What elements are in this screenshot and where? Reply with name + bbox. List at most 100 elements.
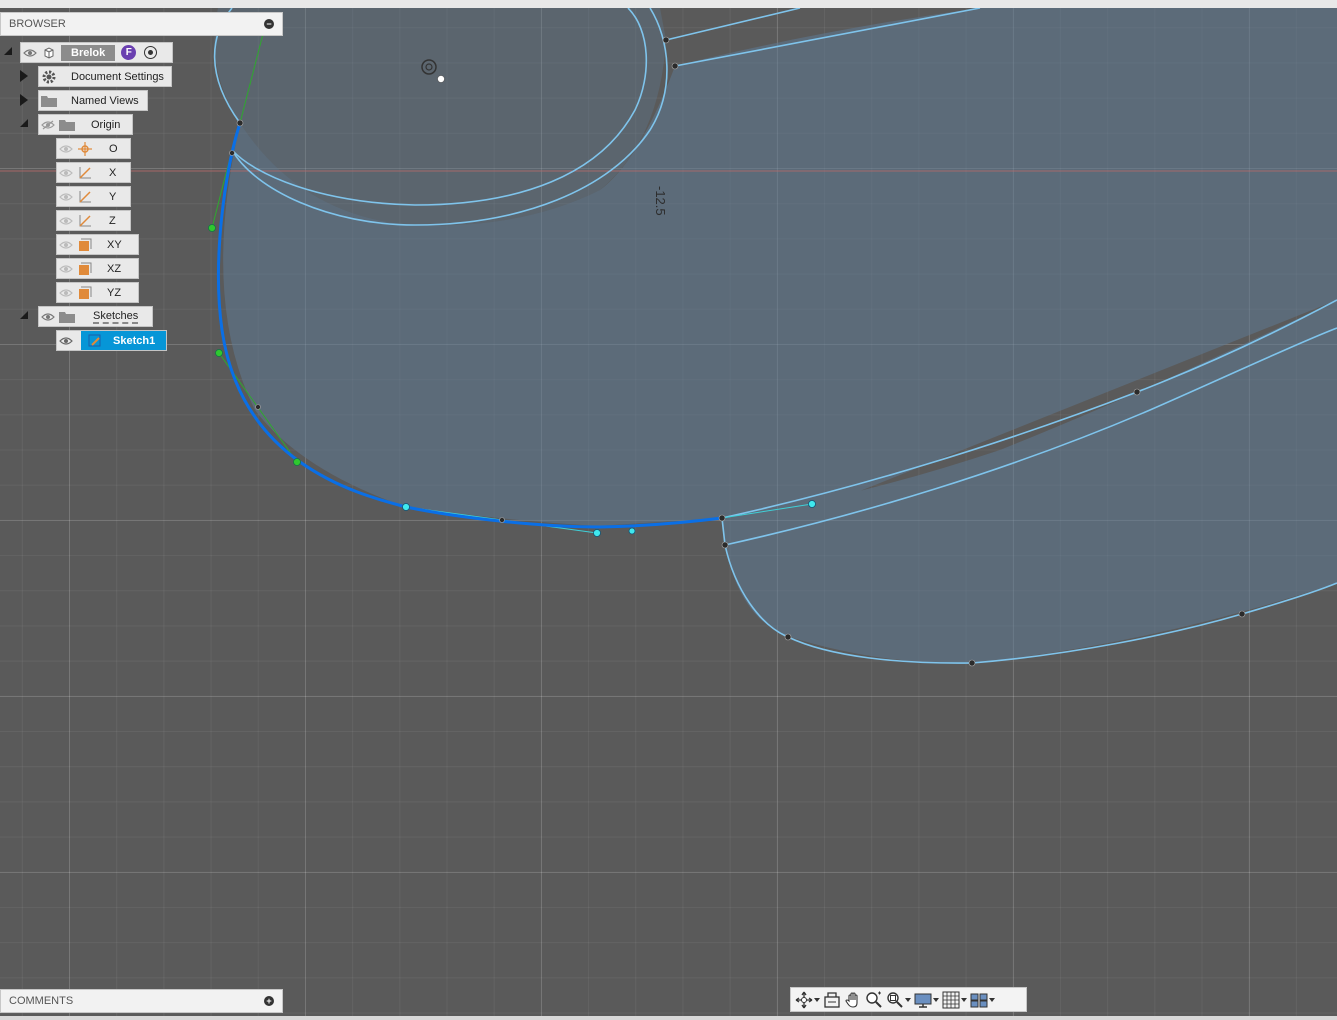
eye-icon[interactable] bbox=[57, 235, 75, 254]
look-at-button[interactable] bbox=[823, 990, 841, 1010]
tree-item-y-axis[interactable]: Y bbox=[56, 186, 131, 207]
sketch-point[interactable] bbox=[784, 633, 792, 641]
origin-child-label: Y bbox=[109, 190, 117, 203]
root-expand-toggle[interactable] bbox=[4, 47, 12, 55]
origin-toggle[interactable] bbox=[20, 119, 28, 127]
bottom-strip bbox=[0, 1016, 1337, 1020]
add-comment-button[interactable]: + bbox=[264, 996, 274, 1006]
sketch-point[interactable] bbox=[968, 659, 976, 667]
fit-icon bbox=[887, 991, 903, 1008]
grid-settings-button[interactable] bbox=[942, 990, 967, 1010]
browser-header[interactable]: BROWSER − bbox=[0, 12, 283, 36]
plane-icon bbox=[75, 235, 95, 254]
axis-icon bbox=[75, 211, 95, 230]
origin-child-label: XZ bbox=[107, 262, 122, 275]
viewports-button[interactable] bbox=[970, 990, 995, 1010]
folder-icon bbox=[57, 307, 77, 326]
axis-icon bbox=[75, 187, 95, 206]
eye-icon[interactable] bbox=[57, 259, 75, 278]
eye-hidden-icon[interactable] bbox=[39, 115, 57, 134]
tree-item-z-axis[interactable]: Z bbox=[56, 210, 131, 231]
named-views-toggle[interactable] bbox=[20, 94, 28, 106]
navigation-toolbar bbox=[790, 987, 1027, 1012]
comments-header[interactable]: COMMENTS + bbox=[0, 989, 283, 1013]
tree-item-yz-plane[interactable]: YZ bbox=[56, 282, 139, 303]
browser-title: BROWSER bbox=[9, 18, 66, 30]
tree-item-named-views[interactable]: Named Views bbox=[38, 90, 148, 111]
zoom-icon bbox=[866, 991, 882, 1008]
display-settings-button[interactable] bbox=[914, 990, 939, 1010]
eye-icon[interactable] bbox=[57, 331, 75, 350]
plane-icon bbox=[75, 259, 95, 278]
sketch-point[interactable] bbox=[229, 150, 235, 156]
eye-icon[interactable] bbox=[57, 283, 75, 302]
sketch-icon bbox=[85, 331, 105, 350]
dimension-label[interactable]: -12.5 bbox=[653, 186, 668, 216]
plane-icon bbox=[75, 283, 95, 302]
tree-item-xy-plane[interactable]: XY bbox=[56, 234, 139, 255]
pan-icon bbox=[845, 991, 858, 1008]
eye-icon[interactable] bbox=[39, 307, 57, 326]
orbit-button[interactable] bbox=[795, 990, 820, 1010]
handle-point[interactable] bbox=[593, 529, 601, 537]
comments-title: COMMENTS bbox=[9, 995, 74, 1007]
zoom-button[interactable] bbox=[865, 990, 883, 1010]
handle-point[interactable] bbox=[293, 458, 301, 466]
look-at-icon bbox=[824, 991, 840, 1008]
origin-child-label: Z bbox=[109, 214, 116, 227]
sketch-point[interactable] bbox=[721, 541, 729, 549]
sketch1-label: Sketch1 bbox=[113, 334, 156, 347]
sketch-point[interactable] bbox=[718, 514, 726, 522]
tree-item-x-axis[interactable]: X bbox=[56, 162, 131, 183]
sketch-point[interactable] bbox=[662, 36, 670, 44]
handle-point[interactable] bbox=[402, 503, 410, 511]
eye-icon[interactable] bbox=[57, 187, 75, 206]
document-settings-toggle[interactable] bbox=[20, 70, 28, 82]
origin-label: Origin bbox=[91, 118, 121, 131]
tree-item-document-settings[interactable]: Document Settings bbox=[38, 66, 172, 87]
origin-child-label: O bbox=[109, 142, 118, 155]
tree-item-sketches[interactable]: Sketches bbox=[38, 306, 153, 327]
sketch-point[interactable] bbox=[1238, 610, 1246, 618]
handle-point[interactable] bbox=[808, 500, 816, 508]
handle-point[interactable] bbox=[215, 349, 223, 357]
fusion-badge-icon: F bbox=[121, 45, 137, 60]
origin-child-label: YZ bbox=[107, 286, 122, 299]
eye-icon[interactable] bbox=[21, 43, 39, 62]
sketches-toggle[interactable] bbox=[20, 311, 28, 319]
tree-item-xz-plane[interactable]: XZ bbox=[56, 258, 139, 279]
sketch-point[interactable] bbox=[1133, 388, 1141, 396]
document-settings-label: Document Settings bbox=[71, 70, 164, 83]
canvas-viewport[interactable]: -12.5 bbox=[0, 8, 1337, 1016]
sketch-point[interactable] bbox=[499, 517, 505, 523]
origin-child-label: XY bbox=[107, 238, 122, 251]
eye-icon[interactable] bbox=[57, 211, 75, 230]
upper-line-1[interactable] bbox=[665, 8, 801, 41]
handle-point[interactable] bbox=[628, 527, 636, 535]
pan-button[interactable] bbox=[844, 990, 862, 1010]
sketch-geometry[interactable] bbox=[0, 8, 1337, 1016]
sketch1-selected-row[interactable]: Sketch1 bbox=[81, 331, 166, 350]
fit-button[interactable] bbox=[886, 990, 911, 1010]
sketches-label: Sketches bbox=[93, 309, 139, 324]
sketch-point[interactable] bbox=[671, 62, 679, 70]
sketch-point[interactable] bbox=[255, 404, 261, 410]
grid-settings-icon bbox=[942, 991, 960, 1008]
handle-point[interactable] bbox=[208, 224, 216, 232]
component-icon bbox=[39, 43, 59, 62]
activate-radio-icon[interactable] bbox=[144, 46, 158, 59]
sketch-point[interactable] bbox=[236, 119, 244, 127]
tree-item-sketch1[interactable]: Sketch1 bbox=[56, 330, 167, 351]
tree-item-origin[interactable]: Origin bbox=[38, 114, 133, 135]
tree-item-origin-point[interactable]: O bbox=[56, 138, 131, 159]
collapse-panel-button[interactable]: − bbox=[264, 19, 274, 29]
eye-icon[interactable] bbox=[57, 163, 75, 182]
named-views-label: Named Views bbox=[71, 94, 139, 107]
center-point[interactable] bbox=[437, 75, 445, 83]
display-settings-icon bbox=[914, 993, 932, 1008]
gear-icon bbox=[39, 67, 59, 86]
origin-child-label: X bbox=[109, 166, 117, 179]
tree-root-brelok[interactable]: Brelok F bbox=[20, 42, 173, 63]
eye-icon[interactable] bbox=[57, 139, 75, 158]
viewports-icon bbox=[970, 993, 988, 1007]
